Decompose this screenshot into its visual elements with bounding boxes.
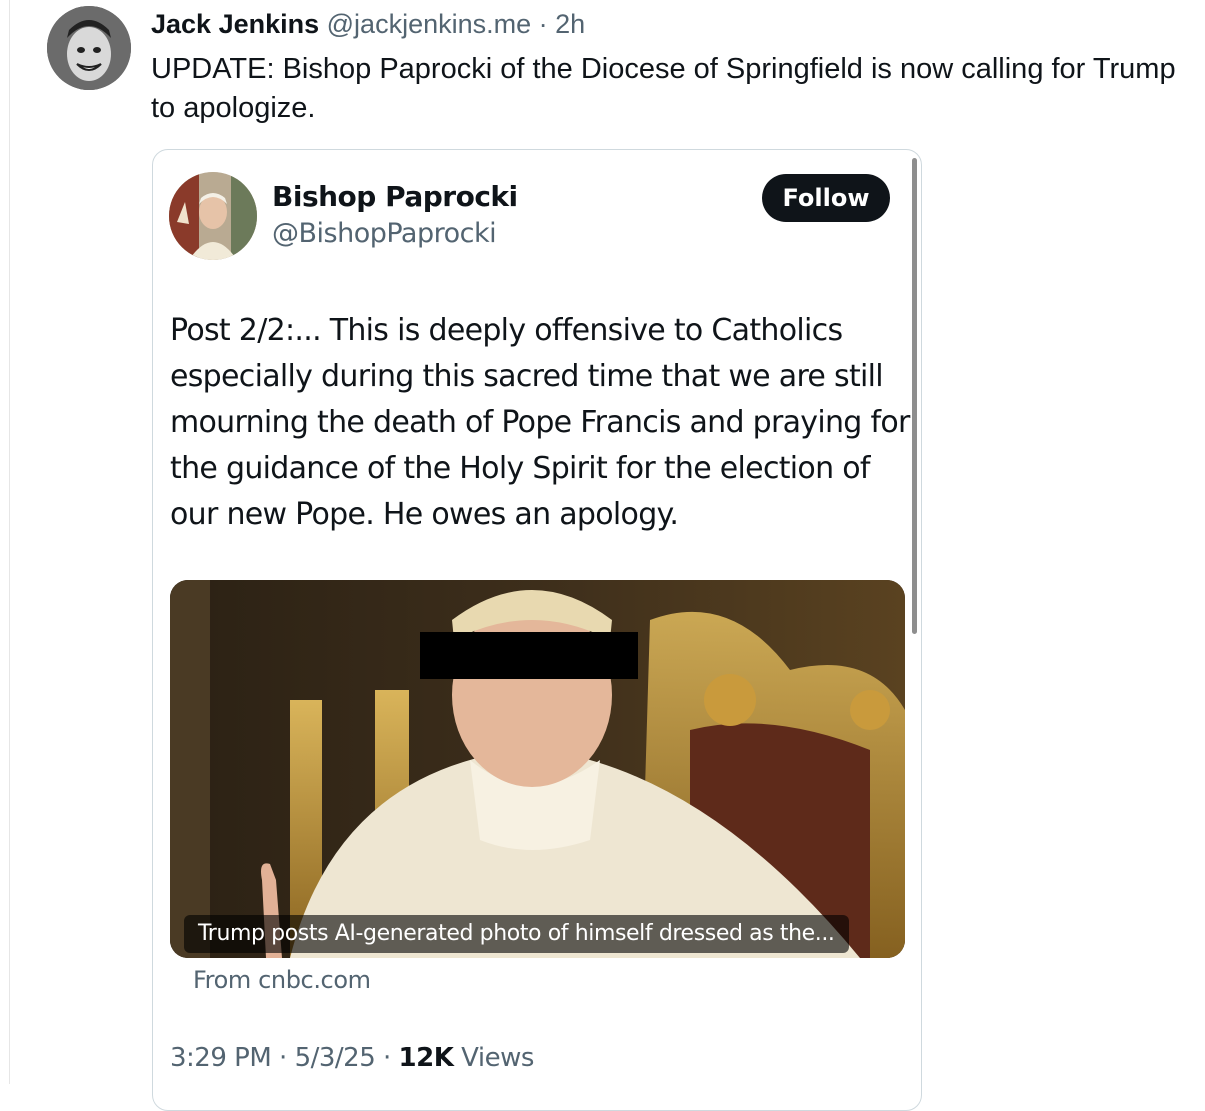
preview-image [170,580,905,958]
author-handle[interactable]: @jackjenkins.me [327,9,531,39]
quoted-date[interactable]: 5/3/25 [295,1043,376,1073]
author-name[interactable]: Jack Jenkins [151,9,319,39]
post-header: Jack Jenkins @jackjenkins.me · 2h [151,8,585,40]
views-label: Views [461,1043,534,1073]
link-preview-media[interactable]: Trump posts AI-generated photo of himsel… [170,580,905,958]
post-text: UPDATE: Bishop Paprocki of the Diocese o… [151,53,1176,124]
quoted-post-text: Post 2/2:... This is deeply offensive to… [170,313,910,532]
meta-separator: · [383,1043,391,1073]
link-source[interactable]: From cnbc.com [193,966,371,994]
scrollbar-thumb[interactable] [912,158,917,634]
quoted-author-handle[interactable]: @BishopPaprocki [272,218,497,249]
follow-button[interactable]: Follow [762,174,890,222]
meta-separator: · [279,1043,287,1073]
post-meta: 3:29 PM · 5/3/25 · 12K Views [170,1043,534,1073]
quoted-time[interactable]: 3:29 PM [170,1043,272,1073]
timeline-divider [9,0,10,1084]
link-preview-caption[interactable]: Trump posts AI-generated photo of himsel… [184,915,849,953]
quoted-post-card[interactable]: Bishop Paprocki @BishopPaprocki Follow P… [152,149,922,1111]
post-time[interactable]: 2h [555,9,585,39]
author-avatar[interactable] [47,6,131,90]
quoted-author-avatar[interactable] [169,172,257,260]
header-separator: · [538,9,548,39]
views-count[interactable]: 12K [399,1043,454,1073]
quoted-author-name[interactable]: Bishop Paprocki [272,180,518,213]
